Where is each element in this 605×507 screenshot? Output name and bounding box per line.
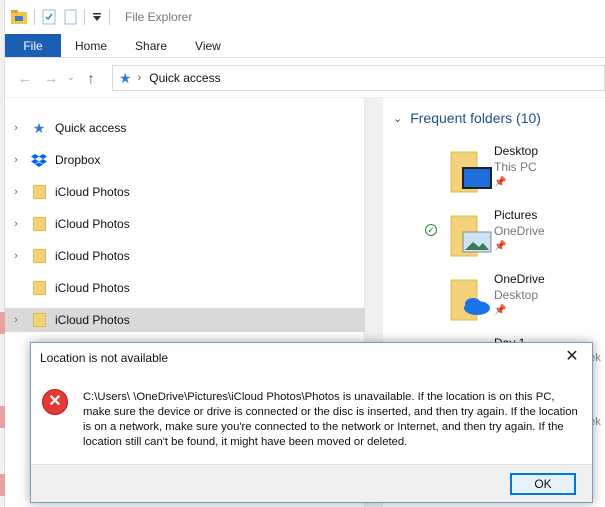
onedrive-folder-icon <box>450 279 490 321</box>
back-arrow-icon[interactable]: ← <box>15 70 35 86</box>
expand-chevron-icon[interactable]: › <box>6 250 26 262</box>
recent-locations-chevron-icon[interactable]: ⌄ <box>61 72 81 83</box>
desktop-folder-icon <box>450 151 492 193</box>
tab-share[interactable]: Share <box>121 34 181 57</box>
expand-chevron-icon[interactable]: › <box>6 122 26 134</box>
nav-item-label: iCloud Photos <box>55 281 130 295</box>
dialog-message: C:\Users\ \OneDrive\Pictures\iCloud Phot… <box>83 391 578 448</box>
folder-icon <box>32 249 46 263</box>
nav-item-label: iCloud Photos <box>55 185 130 199</box>
title-bar: File Explorer <box>5 0 605 34</box>
quick-access-toolbar <box>11 9 102 25</box>
nav-item-label: iCloud Photos <box>55 249 130 263</box>
nav-item-quick-access[interactable]: › ★ Quick access <box>5 116 365 140</box>
toolbar-separator <box>34 9 35 25</box>
properties-icon[interactable] <box>42 9 56 25</box>
pin-icon: 📌 <box>494 305 507 316</box>
dropbox-icon <box>31 152 47 168</box>
address-bar[interactable]: ★ › Quick access <box>112 65 605 91</box>
window-title: File Explorer <box>125 10 193 24</box>
tab-file[interactable]: File <box>5 34 61 57</box>
folder-icon <box>32 281 46 295</box>
nav-item-icloud-photos[interactable]: › iCloud Photos <box>5 244 365 268</box>
nav-item-label: Dropbox <box>55 153 101 167</box>
star-icon: ★ <box>32 119 46 136</box>
nav-item-label: iCloud Photos <box>55 217 130 231</box>
collapse-chevron-icon[interactable]: ⌄ <box>393 112 402 125</box>
dialog-footer: OK <box>31 464 592 502</box>
nav-item-dropbox[interactable]: › Dropbox <box>5 148 365 172</box>
folder-icon <box>32 217 46 231</box>
folder-icon <box>32 313 46 327</box>
pin-icon: 📌 <box>494 177 507 188</box>
expand-chevron-icon[interactable]: › <box>6 314 26 326</box>
pin-icon: 📌 <box>494 241 507 252</box>
group-title: Frequent folders (10) <box>410 110 541 126</box>
forward-arrow-icon[interactable]: → <box>41 70 61 86</box>
nav-item-label: iCloud Photos <box>55 313 130 327</box>
nav-item-label: Quick access <box>55 121 127 135</box>
toolbar-separator <box>84 9 85 25</box>
tile-name: Pictures <box>494 208 538 222</box>
folder-icon <box>32 185 46 199</box>
expand-chevron-icon[interactable]: › <box>6 154 26 166</box>
tile-location: Desktop <box>494 288 539 302</box>
error-icon: ✕ <box>42 389 68 415</box>
folder-tile-onedrive[interactable]: OneDrive Desktop 📌 <box>443 272 603 328</box>
star-icon: ★ <box>119 69 132 86</box>
ok-button[interactable]: OK <box>510 473 576 495</box>
group-header-frequent-folders[interactable]: ⌄ Frequent folders (10) <box>393 110 541 126</box>
error-dialog: Location is not available ✕ ✕ C:\Users\ … <box>30 342 593 503</box>
nav-item-icloud-photos[interactable]: › iCloud Photos <box>5 180 365 204</box>
dialog-title: Location is not available <box>40 351 169 365</box>
tile-name: Desktop <box>494 144 539 158</box>
sync-status-check-icon: ✓ <box>425 224 437 236</box>
tile-location: OneDrive <box>494 224 545 238</box>
breadcrumb-quick-access[interactable]: Quick access <box>149 71 220 85</box>
folder-app-icon[interactable] <box>11 10 27 24</box>
folder-tile-pictures[interactable]: Pictures OneDrive 📌 <box>443 208 603 264</box>
nav-item-icloud-photos[interactable]: › iCloud Photos <box>5 212 365 236</box>
expand-chevron-icon[interactable]: › <box>6 218 26 230</box>
tab-view[interactable]: View <box>181 34 235 57</box>
tile-name: OneDrive <box>494 272 545 286</box>
up-arrow-icon[interactable]: ↑ <box>81 70 101 86</box>
ribbon-tabs: File Home Share View <box>5 34 605 58</box>
tile-location: This PC <box>494 160 537 174</box>
toolbar-separator <box>109 9 110 25</box>
pictures-folder-icon <box>450 215 492 257</box>
address-bar-row: ← → ⌄ ↑ ★ › Quick access <box>5 58 605 98</box>
nav-item-icloud-photos-selected[interactable]: › iCloud Photos <box>5 308 365 332</box>
background-window-area <box>5 340 30 507</box>
expand-chevron-icon[interactable]: › <box>6 186 26 198</box>
new-folder-icon[interactable] <box>64 9 77 25</box>
breadcrumb-chevron-icon[interactable]: › <box>138 72 142 84</box>
close-icon[interactable]: ✕ <box>560 346 584 368</box>
folder-tile-desktop[interactable]: Desktop This PC 📌 <box>443 144 603 200</box>
customize-toolbar-dropdown-icon[interactable] <box>92 12 102 22</box>
nav-item-icloud-photos[interactable]: iCloud Photos <box>5 276 365 300</box>
tab-home[interactable]: Home <box>61 34 121 57</box>
